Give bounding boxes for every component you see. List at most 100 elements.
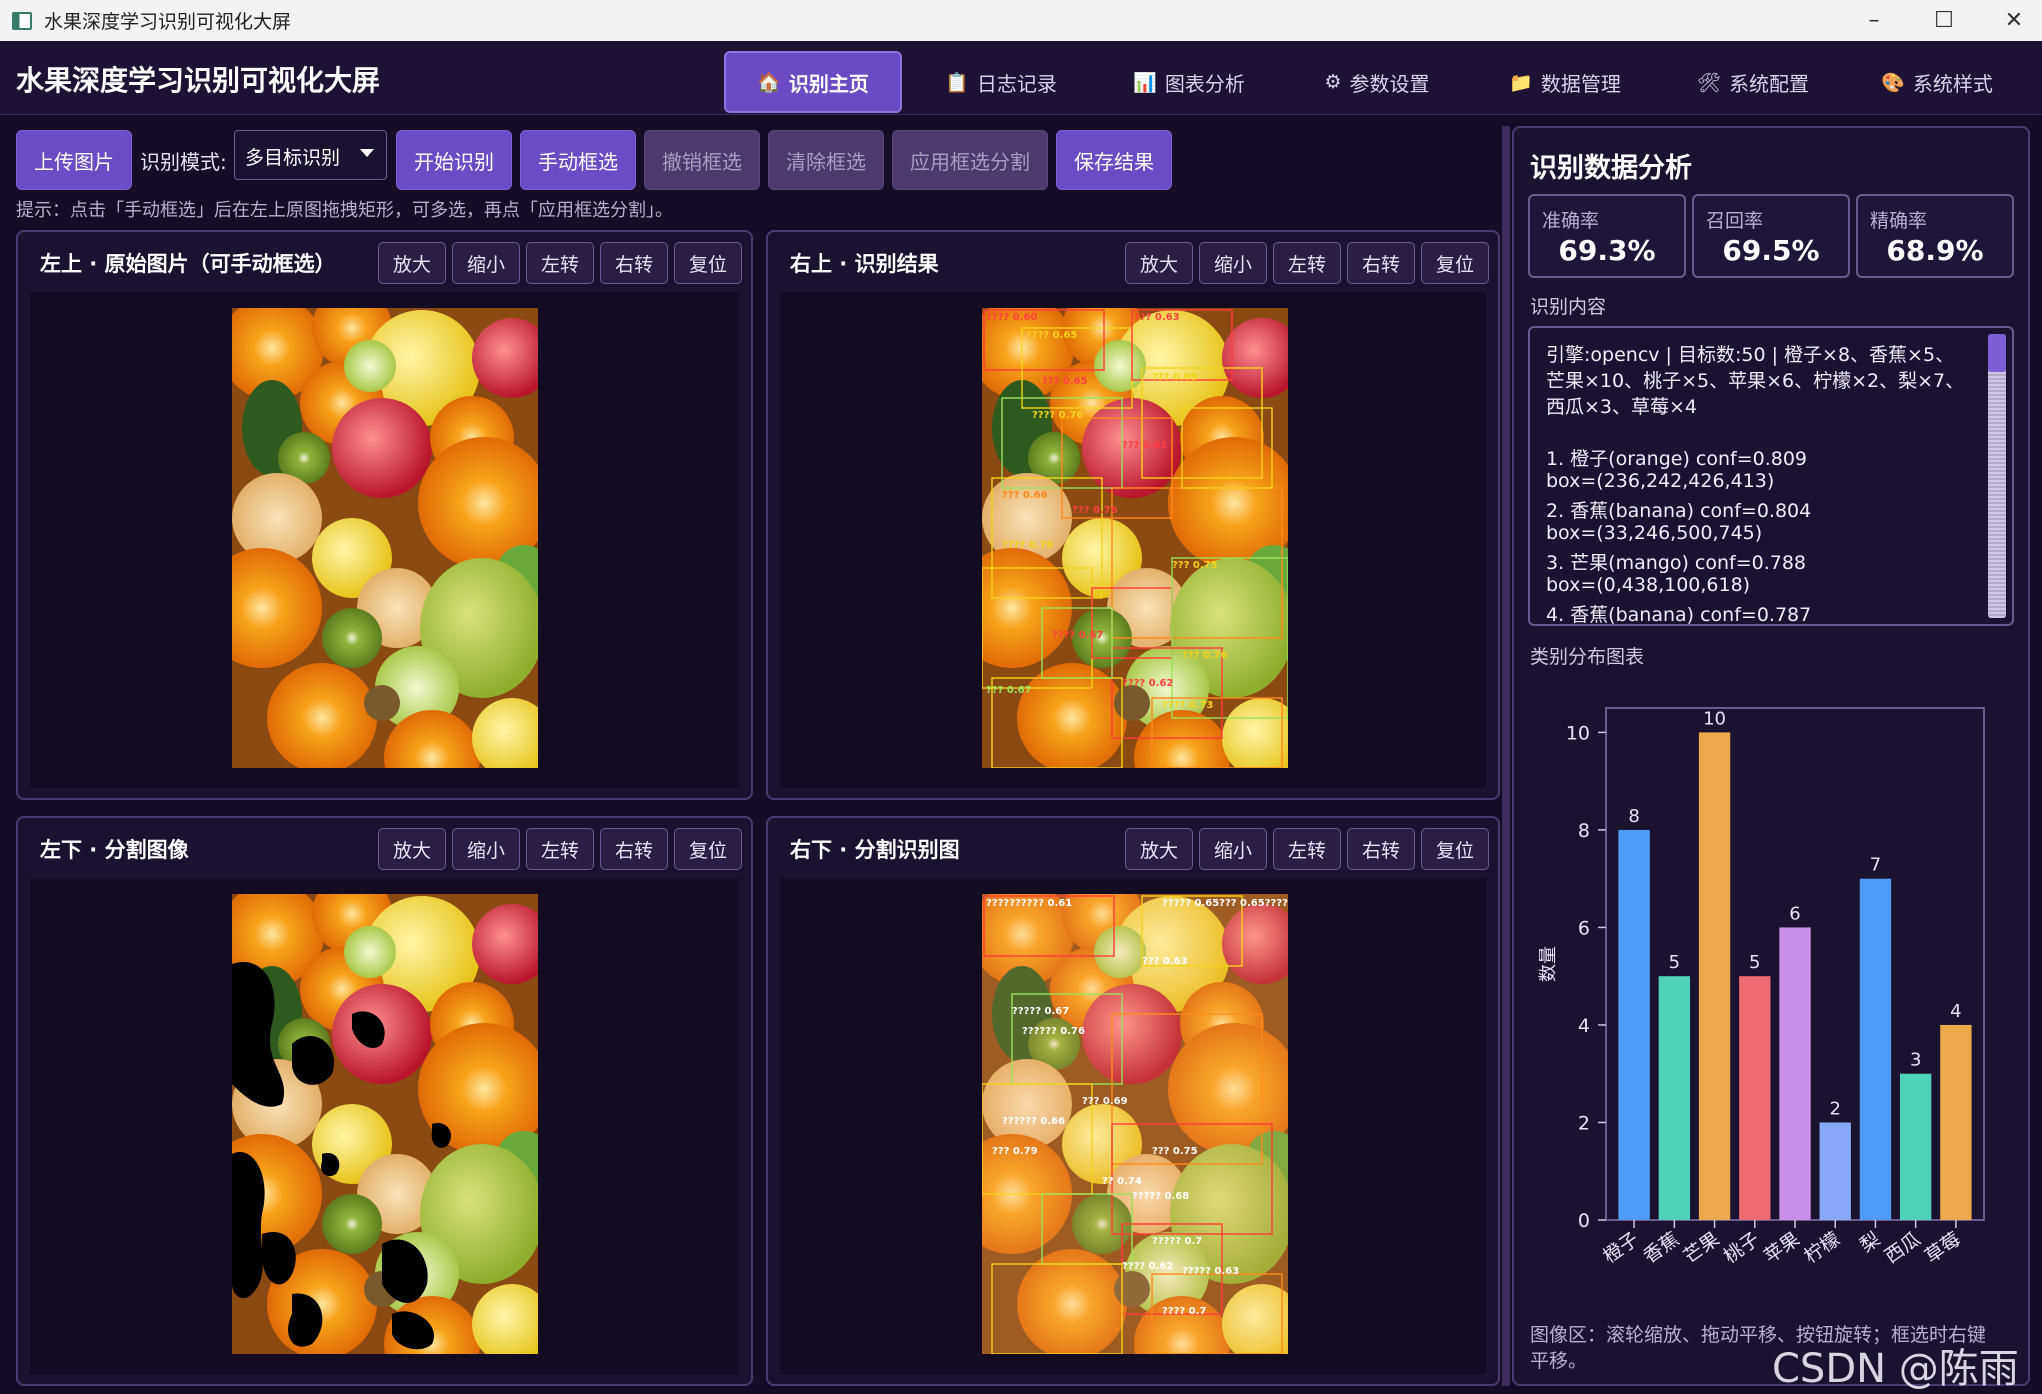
rotate-right-button[interactable]: 右转 <box>600 828 668 870</box>
x-tick-label: 橙子 <box>1599 1228 1643 1268</box>
y-tick-label: 8 <box>1578 820 1590 842</box>
category-bar-chart: 0 2 4 6 8 10 数量 8 橙子 5 香蕉 10 芒果 5 桃子 6 苹果 2 柠檬 7 梨 3 西瓜 4 草莓 <box>1538 707 1985 1268</box>
save-button[interactable]: 保存结果 <box>1056 130 1172 190</box>
x-tick-label: 草莓 <box>1921 1228 1965 1268</box>
reset-button[interactable]: 复位 <box>1421 242 1489 284</box>
image-canvas[interactable] <box>30 292 739 788</box>
panel-segmentation-detection: 右下 · 分割识别图 放大 缩小 左转 右转 复位 ?????????? 0.6… <box>766 816 1500 1386</box>
image-canvas[interactable]: ???? 0.60 ???? 0.65 ??? 0.63 ??? 0.65 ??… <box>780 292 1486 788</box>
rotate-left-button[interactable]: 左转 <box>526 828 594 870</box>
original-image <box>232 308 538 768</box>
bar <box>1698 732 1731 1220</box>
rotate-right-button[interactable]: 右转 <box>1347 242 1415 284</box>
y-tick-label: 0 <box>1578 1210 1590 1232</box>
zoom-in-button[interactable]: 放大 <box>378 828 446 870</box>
image-canvas[interactable]: ?????????? 0.61 ????? 0.65??? 0.65????? … <box>780 878 1486 1374</box>
svg-text:??? 0.63: ??? 0.63 <box>1134 312 1180 323</box>
analysis-panel: 识别数据分析 准确率 69.3% 召回率 69.5% 精确率 68.9% 识别内… <box>1512 126 2030 1386</box>
zoom-out-button[interactable]: 缩小 <box>452 242 520 284</box>
bar-value-label: 10 <box>1703 708 1726 729</box>
bar <box>1618 829 1650 1220</box>
minimize-icon[interactable]: – <box>1844 0 1904 41</box>
clear-box-button[interactable]: 清除框选 <box>768 130 884 190</box>
svg-text:??? 0.76: ??? 0.76 <box>1182 650 1228 661</box>
svg-text:???? 0.7: ???? 0.7 <box>1162 1306 1206 1317</box>
maximize-icon[interactable]: ☐ <box>1914 0 1974 41</box>
rotate-left-button[interactable]: 左转 <box>1273 828 1341 870</box>
tab-sysconfig[interactable]: 🛠 系统配置 <box>1664 51 1842 113</box>
panel-title: 右下 · 分割识别图 <box>790 838 960 862</box>
bar-value-label: 5 <box>1669 952 1680 973</box>
bar-value-label: 3 <box>1910 1050 1921 1071</box>
detection-result-image: ???? 0.60 ???? 0.65 ??? 0.63 ??? 0.65 ??… <box>982 308 1288 768</box>
zoom-in-button[interactable]: 放大 <box>378 242 446 284</box>
tab-logs[interactable]: 📋 日志记录 <box>912 51 1090 113</box>
svg-text:??? 0.66: ??? 0.66 <box>1002 490 1048 501</box>
reset-button[interactable]: 复位 <box>674 828 742 870</box>
panel-title: 右上 · 识别结果 <box>790 252 939 276</box>
clipboard-icon: 📋 <box>945 71 969 94</box>
tools-icon: 🛠 <box>1696 71 1722 94</box>
rotate-right-button[interactable]: 右转 <box>600 242 668 284</box>
bar-value-label: 5 <box>1749 952 1760 973</box>
app-window-icon <box>12 11 32 30</box>
folder-icon: 📁 <box>1509 71 1533 94</box>
svg-text:??? 0.65: ??? 0.65 <box>1042 376 1088 387</box>
hint-text: 提示：点击「手动框选」后在左上原图拖拽矩形，可多选，再点「应用框选分割」。 <box>16 200 673 221</box>
tab-label: 日志记录 <box>976 71 1057 96</box>
x-tick-label: 香蕉 <box>1639 1228 1683 1268</box>
bar-value-label: 2 <box>1829 1098 1840 1119</box>
zoom-out-button[interactable]: 缩小 <box>1199 828 1267 870</box>
svg-text:??? 0.63: ??? 0.63 <box>1142 956 1188 967</box>
x-tick-label: 芒果 <box>1680 1228 1724 1268</box>
zoom-out-button[interactable]: 缩小 <box>452 828 520 870</box>
upload-button[interactable]: 上传图片 <box>16 130 132 190</box>
bar <box>1940 1024 1972 1220</box>
reset-button[interactable]: 复位 <box>1421 828 1489 870</box>
svg-text:??? 0.75: ??? 0.75 <box>1152 1146 1198 1157</box>
tab-charts[interactable]: 📊 图表分析 <box>1100 51 1278 113</box>
y-tick-label: 4 <box>1578 1015 1590 1037</box>
rotate-left-button[interactable]: 左转 <box>1273 242 1341 284</box>
close-icon[interactable]: ✕ <box>1984 0 2042 41</box>
image-canvas[interactable] <box>30 878 739 1374</box>
zoom-out-button[interactable]: 缩小 <box>1199 242 1267 284</box>
tab-params[interactable]: ⚙ 参数设置 <box>1288 51 1466 113</box>
bar <box>1819 1122 1851 1220</box>
zoom-in-button[interactable]: 放大 <box>1125 242 1193 284</box>
x-tick-label: 梨 <box>1856 1228 1884 1257</box>
bar-value-label: 8 <box>1628 806 1639 827</box>
segmentation-detection-image: ?????????? 0.61 ????? 0.65??? 0.65????? … <box>982 894 1288 1354</box>
tab-style[interactable]: 🎨 系统样式 <box>1848 51 2026 113</box>
tab-data[interactable]: 📁 数据管理 <box>1476 51 1654 113</box>
y-tick-label: 6 <box>1578 917 1590 939</box>
svg-text:?????????? 0.61: ?????????? 0.61 <box>986 898 1072 909</box>
bar <box>1779 927 1811 1220</box>
undo-box-button[interactable]: 撤销框选 <box>644 130 760 190</box>
svg-text:???? 0.62: ???? 0.62 <box>1122 1261 1173 1272</box>
window-title: 水果深度学习识别可视化大屏 <box>44 11 292 33</box>
mode-select[interactable]: 多目标识别 <box>234 130 387 180</box>
mode-value: 多目标识别 <box>245 147 341 169</box>
svg-text:????? 0.7: ????? 0.7 <box>1152 1236 1202 1247</box>
svg-text:??? 0.76: ??? 0.76 <box>1072 505 1118 516</box>
gear-icon: ⚙ <box>1324 71 1342 93</box>
reset-button[interactable]: 复位 <box>674 242 742 284</box>
x-tick-label: 西瓜 <box>1881 1228 1925 1268</box>
manual-box-button[interactable]: 手动框选 <box>520 130 636 190</box>
bar-value-label: 6 <box>1789 903 1800 924</box>
splitter-handle[interactable] <box>1502 126 1510 1386</box>
tab-home[interactable]: 🏠 识别主页 <box>724 51 902 113</box>
tab-label: 数据管理 <box>1540 71 1621 96</box>
bar <box>1658 976 1691 1220</box>
start-button[interactable]: 开始识别 <box>396 130 512 190</box>
svg-text:???? 0.60: ???? 0.60 <box>986 312 1037 323</box>
rotate-right-button[interactable]: 右转 <box>1347 828 1415 870</box>
rotate-left-button[interactable]: 左转 <box>526 242 594 284</box>
bar-value-label: 4 <box>1950 1001 1961 1022</box>
apply-seg-button[interactable]: 应用框选分割 <box>892 130 1048 190</box>
y-tick-label: 10 <box>1566 722 1590 744</box>
zoom-in-button[interactable]: 放大 <box>1125 828 1193 870</box>
panel-title: 左下 · 分割图像 <box>40 838 189 862</box>
tab-label: 识别主页 <box>788 71 869 96</box>
